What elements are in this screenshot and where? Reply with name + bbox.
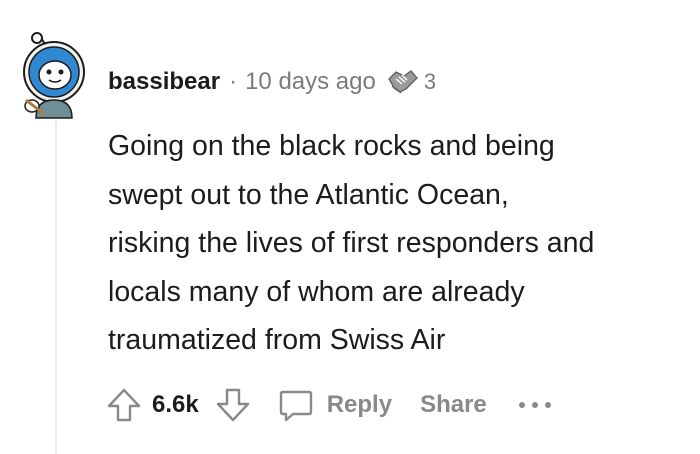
- thread-line[interactable]: [55, 118, 57, 454]
- reply-label: Reply: [326, 391, 393, 418]
- speech-bubble-icon: [279, 390, 312, 422]
- comment-text-line: risking the lives of first responders an…: [108, 227, 595, 259]
- comment-actions: 6.6k Reply Share: [104, 380, 553, 430]
- share-button[interactable]: Share: [420, 391, 487, 419]
- award[interactable]: 3: [386, 67, 436, 97]
- handshake-award-icon: [388, 70, 418, 94]
- upvote-button[interactable]: [104, 385, 144, 425]
- ellipsis-icon: [518, 402, 551, 408]
- comment: bassibear · 10 days ago 3 Going on the b…: [0, 0, 700, 454]
- comment-text-line: swept out to the Atlantic Ocean,: [108, 178, 509, 211]
- avatar[interactable]: [14, 30, 100, 120]
- comment-text-line: locals many of whom are already: [108, 275, 525, 308]
- downvote-button[interactable]: [213, 385, 253, 425]
- more-options-button[interactable]: [517, 399, 553, 411]
- upvote-arrow-icon: [107, 388, 141, 422]
- timestamp[interactable]: 10 days ago: [245, 68, 376, 96]
- vote-score: 6.6k: [152, 391, 199, 418]
- comment-text-line: traumatized from Swiss Air: [108, 324, 446, 356]
- comment-body: Going on the black rocks and being swept…: [108, 122, 698, 365]
- comment-header: bassibear · 10 days ago 3: [108, 66, 436, 98]
- award-count: 3: [423, 69, 437, 94]
- username[interactable]: bassibear: [108, 68, 220, 96]
- snoo-avatar-icon: [23, 32, 85, 119]
- reply-button[interactable]: Reply: [277, 386, 392, 424]
- comment-text-line: Going on the black rocks and being: [108, 130, 555, 162]
- separator-dot: ·: [229, 68, 238, 95]
- downvote-arrow-icon: [216, 388, 249, 422]
